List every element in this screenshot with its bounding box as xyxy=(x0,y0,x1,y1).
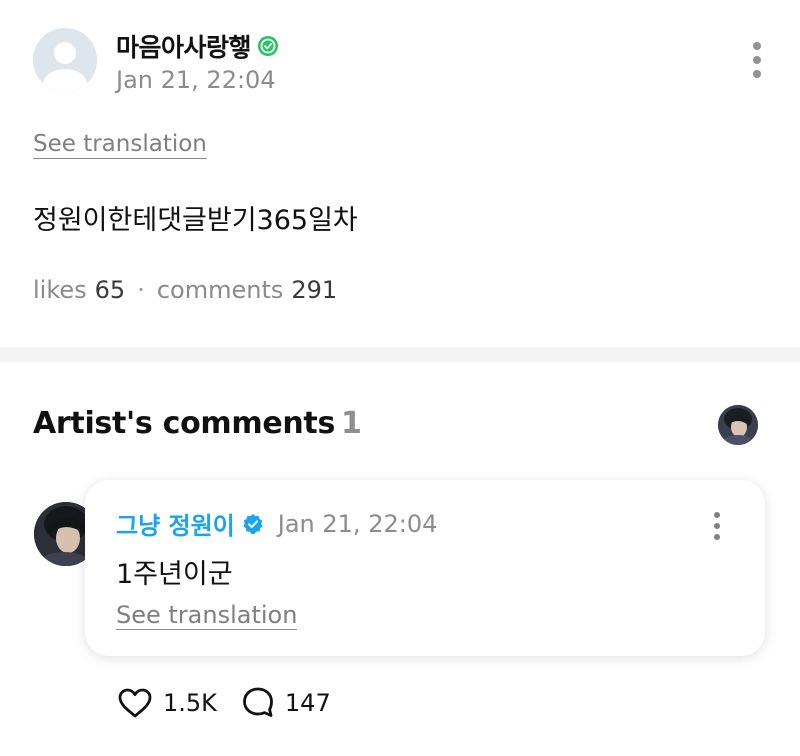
see-translation-link[interactable]: See translation xyxy=(33,131,207,159)
artist-comments-title: Artist's comments xyxy=(33,406,336,441)
comment-header: 그냥 정원이 Jan 21, 22:04 xyxy=(116,506,437,541)
artist-comments-count: 1 xyxy=(341,406,362,441)
artist-avatar-small[interactable] xyxy=(718,405,758,445)
more-vertical-icon[interactable] xyxy=(747,38,767,82)
page: 마음아사랑햏 Jan 21, 22:04 See translation 정원이… xyxy=(0,0,800,756)
see-translation-link[interactable]: See translation xyxy=(116,601,298,630)
post-body-text: 정원이한테댓글받기365일차 xyxy=(33,205,358,236)
reply-button[interactable]: 147 xyxy=(241,686,331,720)
comment-reactions: 1.5K 147 xyxy=(117,686,331,720)
post-author-avatar[interactable] xyxy=(33,28,97,92)
comment-body-text: 1주년이군 xyxy=(116,559,233,590)
post-author-name[interactable]: 마음아사랑햏 xyxy=(116,28,252,64)
post-author-row: 마음아사랑햏 xyxy=(116,28,279,64)
artist-photo-icon xyxy=(718,405,758,445)
default-avatar-icon xyxy=(33,28,97,92)
likes-count[interactable]: 65 xyxy=(95,276,126,304)
green-check-badge-icon xyxy=(258,36,279,56)
comment-author-name[interactable]: 그냥 정원이 xyxy=(116,506,235,541)
stats-separator: · xyxy=(137,276,145,304)
comment-bubble-icon xyxy=(243,687,273,717)
likes-label: likes xyxy=(33,276,87,304)
reply-count: 147 xyxy=(284,689,331,717)
comments-count[interactable]: 291 xyxy=(291,276,337,304)
heart-icon xyxy=(118,688,152,718)
comment-timestamp: Jan 21, 22:04 xyxy=(277,509,438,538)
like-button[interactable]: 1.5K xyxy=(117,687,217,719)
post-timestamp: Jan 21, 22:04 xyxy=(116,66,276,94)
like-count: 1.5K xyxy=(163,689,217,717)
more-vertical-icon[interactable] xyxy=(707,504,727,548)
artist-comments-heading: Artist's comments 1 xyxy=(33,406,362,441)
artist-comment-card: 그냥 정원이 Jan 21, 22:04 1주년이군 See translati… xyxy=(85,480,765,656)
verified-badge-icon xyxy=(243,513,263,534)
section-divider xyxy=(0,347,800,362)
post-stats: likes 65 · comments 291 xyxy=(33,276,337,304)
comments-label: comments xyxy=(156,276,284,304)
